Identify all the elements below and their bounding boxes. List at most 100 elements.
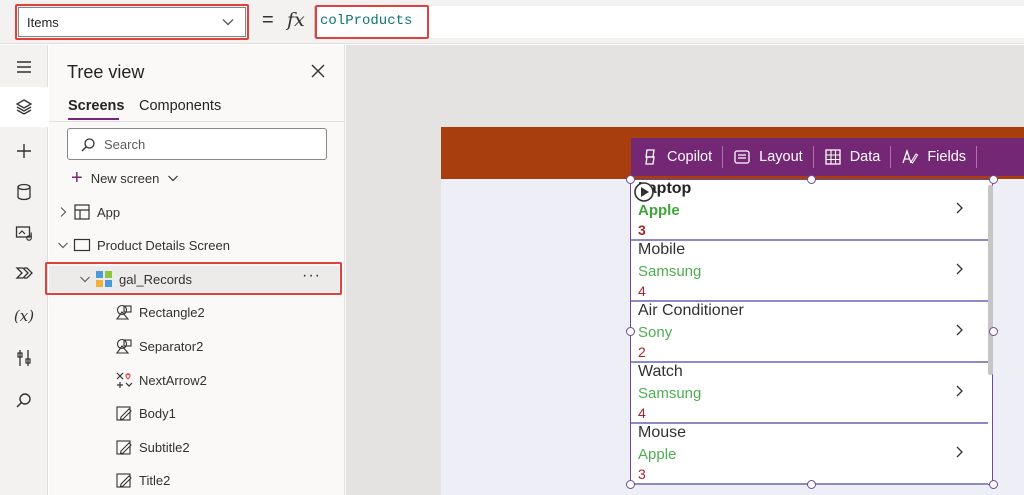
power-automate-icon[interactable] bbox=[0, 253, 48, 293]
gallery-row[interactable]: Laptop Apple 3 bbox=[631, 180, 988, 241]
layout-icon bbox=[734, 150, 750, 164]
tree-node-label: App bbox=[97, 204, 121, 220]
row-body: 4 bbox=[638, 405, 646, 421]
property-highlight bbox=[15, 4, 249, 40]
tree-view-title: Tree view bbox=[67, 62, 145, 82]
data-button[interactable]: Data bbox=[814, 138, 891, 176]
tab-screens-underline bbox=[68, 118, 119, 120]
icons-icon bbox=[116, 372, 133, 388]
hamburger-icon[interactable] bbox=[0, 47, 48, 87]
fields-label: Fields bbox=[927, 149, 967, 165]
insert-icon[interactable] bbox=[0, 131, 48, 171]
gallery-control[interactable]: Laptop Apple 3 Mobile Samsung 4 Air Cond… bbox=[630, 179, 993, 485]
resize-handle[interactable] bbox=[989, 175, 998, 184]
tree-node-separator[interactable]: Separator2 bbox=[115, 334, 203, 358]
plus-icon: + bbox=[71, 167, 83, 189]
search-icon[interactable] bbox=[0, 381, 48, 421]
edit-label-icon bbox=[116, 406, 132, 421]
new-screen-label: New screen bbox=[90, 170, 160, 186]
tree-node-label: Title2 bbox=[139, 472, 171, 488]
row-body: 3 bbox=[638, 466, 646, 482]
resize-handle[interactable] bbox=[989, 480, 998, 489]
new-screen-button[interactable]: + New screen bbox=[71, 167, 179, 189]
next-arrow-icon[interactable] bbox=[953, 323, 965, 337]
resize-handle[interactable] bbox=[807, 175, 816, 184]
tree-node-screen[interactable]: Product Details Screen bbox=[57, 233, 230, 257]
copilot-button[interactable]: Copilot bbox=[631, 138, 722, 176]
fx-icon[interactable]: fx bbox=[287, 9, 305, 31]
next-arrow-icon[interactable] bbox=[953, 201, 965, 215]
row-subtitle: Samsung bbox=[638, 385, 702, 402]
row-body: 3 bbox=[638, 222, 646, 238]
chevron-down-icon bbox=[58, 242, 68, 249]
divider bbox=[976, 146, 978, 168]
row-subtitle: Apple bbox=[638, 202, 680, 219]
row-title: Mobile bbox=[638, 241, 686, 258]
gallery-scrollbar[interactable] bbox=[988, 185, 993, 375]
resize-handle[interactable] bbox=[989, 327, 998, 336]
resize-handle[interactable] bbox=[626, 327, 635, 336]
gallery-row[interactable]: Watch Samsung 4 bbox=[631, 363, 988, 424]
row-title: Watch bbox=[638, 363, 683, 380]
gallery-row[interactable]: Mobile Samsung 4 bbox=[631, 241, 988, 302]
data-label: Data bbox=[849, 149, 881, 165]
row-subtitle: Sony bbox=[638, 324, 673, 341]
resize-handle[interactable] bbox=[807, 480, 816, 489]
tree-node-label: Product Details Screen bbox=[97, 237, 230, 253]
edit-template-icon[interactable] bbox=[633, 181, 655, 203]
tree-node-subtitle[interactable]: Subtitle2 bbox=[115, 435, 190, 459]
chevron-right-icon bbox=[60, 207, 67, 217]
formula-highlight bbox=[315, 5, 429, 39]
row-body: 4 bbox=[638, 283, 646, 299]
tab-screens[interactable]: Screens bbox=[68, 98, 124, 114]
edit-label-icon bbox=[116, 473, 132, 488]
search-icon bbox=[81, 138, 95, 152]
search-placeholder: Search bbox=[104, 136, 146, 152]
next-arrow-icon[interactable] bbox=[953, 445, 965, 459]
tree-node-next-arrow[interactable]: NextArrow2 bbox=[115, 368, 207, 392]
layout-button[interactable]: Layout bbox=[723, 138, 813, 176]
equals-sign: = bbox=[262, 9, 274, 31]
variables-icon[interactable]: (x) bbox=[0, 296, 48, 336]
table-icon bbox=[825, 149, 841, 165]
search-input[interactable]: Search bbox=[67, 128, 327, 160]
copilot-label: Copilot bbox=[667, 149, 713, 165]
layout-label: Layout bbox=[759, 149, 803, 165]
tree-node-rectangle[interactable]: Rectangle2 bbox=[115, 300, 205, 324]
row-title: Mouse bbox=[638, 424, 687, 441]
tree-node-title[interactable]: Title2 bbox=[115, 468, 170, 492]
tree-node-label: Body1 bbox=[139, 405, 176, 421]
row-subtitle: Samsung bbox=[638, 263, 702, 280]
tree-node-label: Rectangle2 bbox=[139, 304, 205, 320]
tree-node-label: Separator2 bbox=[139, 338, 204, 354]
advanced-tools-icon[interactable] bbox=[0, 338, 48, 378]
fields-icon bbox=[902, 148, 919, 164]
gallery-row[interactable]: Mouse Apple 3 bbox=[631, 424, 988, 485]
tree-view-icon[interactable] bbox=[0, 87, 48, 127]
screen-icon bbox=[73, 238, 91, 252]
gallery-highlight bbox=[45, 262, 342, 295]
tree-node-label: NextArrow2 bbox=[139, 372, 207, 388]
next-arrow-icon[interactable] bbox=[953, 262, 965, 276]
tree-node-body[interactable]: Body1 bbox=[115, 401, 176, 425]
chevron-down-icon bbox=[168, 175, 179, 182]
data-icon[interactable] bbox=[0, 172, 48, 212]
tree-divider bbox=[49, 121, 345, 122]
shape-icon bbox=[115, 338, 132, 354]
tree-node-label: Subtitle2 bbox=[139, 439, 190, 455]
tree-node-app[interactable]: App bbox=[57, 200, 120, 224]
fields-button[interactable]: Fields bbox=[891, 138, 976, 176]
media-icon[interactable] bbox=[0, 213, 48, 253]
shape-icon bbox=[115, 304, 132, 320]
row-title: Air Conditioner bbox=[638, 302, 744, 319]
left-rail: (x) bbox=[0, 45, 48, 495]
tab-components[interactable]: Components bbox=[139, 98, 221, 114]
app-icon bbox=[74, 204, 90, 220]
copilot-icon bbox=[645, 149, 655, 165]
next-arrow-icon[interactable] bbox=[953, 384, 965, 398]
gallery-command-bar: Copilot Layout Data Fields bbox=[631, 138, 1024, 176]
edit-label-icon bbox=[116, 440, 132, 455]
close-icon[interactable] bbox=[309, 62, 327, 80]
resize-handle[interactable] bbox=[626, 480, 635, 489]
gallery-row[interactable]: Air Conditioner Sony 2 bbox=[631, 302, 988, 363]
